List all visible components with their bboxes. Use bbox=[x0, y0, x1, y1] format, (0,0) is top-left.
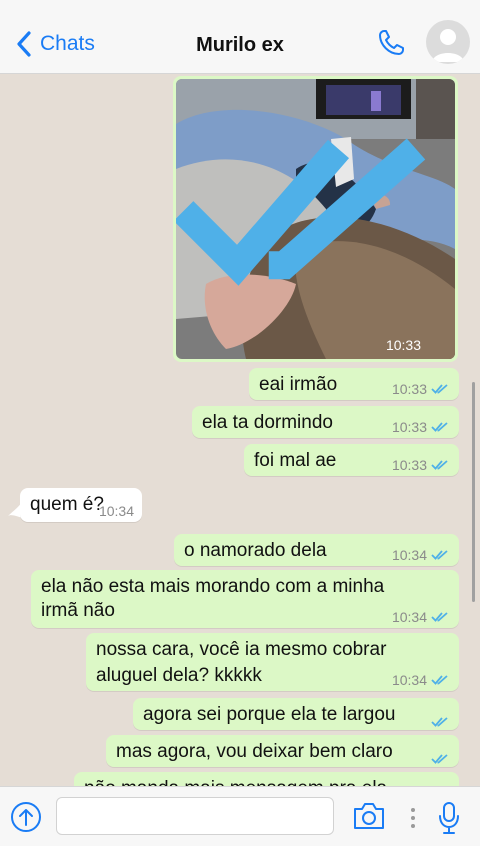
message-text-line-2: aluguel dela? kkkkk bbox=[96, 665, 262, 686]
message-time: 10:34 bbox=[391, 609, 427, 625]
more-dots-icon bbox=[411, 808, 415, 828]
contact-name[interactable]: Murilo ex bbox=[0, 34, 480, 57]
message-time: 10:34 bbox=[391, 672, 427, 688]
double-check-icon bbox=[431, 612, 448, 622]
message-text: o namorado dela bbox=[184, 540, 327, 561]
camera-icon[interactable] bbox=[352, 801, 386, 831]
phone-icon[interactable] bbox=[376, 28, 406, 58]
message-bubble-incoming[interactable]: quem é? 10:34 bbox=[20, 488, 142, 522]
message-meta: 10:34 bbox=[392, 671, 449, 689]
message-bubble-outgoing[interactable]: foi mal ae 10:33 bbox=[244, 444, 459, 476]
arrow-up-icon[interactable] bbox=[10, 801, 42, 833]
message-text-line-1: ela não esta mais morando com a minha bbox=[41, 576, 385, 597]
message-meta bbox=[431, 716, 449, 728]
double-check-icon bbox=[431, 754, 448, 764]
composer-bar bbox=[0, 786, 480, 846]
double-check-icon bbox=[431, 717, 448, 727]
message-input[interactable] bbox=[56, 797, 334, 835]
message-text: mas agora, vou deixar bem claro bbox=[116, 741, 393, 762]
double-check-icon bbox=[431, 384, 448, 394]
chat-header: Chats Murilo ex bbox=[0, 0, 480, 74]
message-meta: 10:33 bbox=[392, 456, 449, 474]
message-text-line-1: nossa cara, você ia mesmo cobrar bbox=[96, 639, 387, 660]
avatar-icon bbox=[432, 29, 464, 62]
message-time: 10:33 bbox=[391, 381, 427, 397]
message-time: 10:33 bbox=[391, 457, 427, 473]
message-meta: 10:34 bbox=[99, 502, 134, 520]
message-time: 10:34 bbox=[391, 547, 427, 563]
message-meta: 10:34 bbox=[392, 608, 449, 626]
image-message[interactable]: 10:33 bbox=[173, 76, 458, 362]
message-bubble-outgoing[interactable]: ela ta dormindo 10:33 bbox=[192, 406, 459, 438]
message-bubble-outgoing[interactable]: ela não esta mais morando com a minha ir… bbox=[31, 570, 459, 628]
avatar[interactable] bbox=[426, 20, 470, 64]
message-bubble-outgoing[interactable]: mas agora, vou deixar bem claro bbox=[106, 735, 459, 767]
message-text: quem é? bbox=[30, 494, 104, 515]
message-bubble-outgoing[interactable]: o namorado dela 10:34 bbox=[174, 534, 459, 566]
double-check-icon bbox=[431, 422, 448, 432]
message-text: foi mal ae bbox=[254, 450, 337, 471]
message-time: 10:34 bbox=[98, 503, 134, 519]
double-check-icon bbox=[431, 675, 448, 685]
photo-content: 10:33 bbox=[176, 79, 455, 359]
message-bubble-outgoing[interactable]: agora sei porque ela te largou bbox=[133, 698, 459, 730]
message-bubble-outgoing[interactable]: eai irmão 10:33 bbox=[249, 368, 459, 400]
message-text: ela ta dormindo bbox=[202, 412, 333, 433]
message-text: agora sei porque ela te largou bbox=[143, 704, 396, 725]
message-time: 10:33 bbox=[391, 419, 427, 435]
double-check-icon bbox=[431, 550, 448, 560]
message-bubble-outgoing[interactable]: não manda mais mensagem pra ela bbox=[74, 772, 459, 786]
message-list[interactable]: 10:33 eai irmão 10:33 ela ta dormindo 10… bbox=[0, 74, 480, 786]
scrollbar[interactable] bbox=[472, 382, 475, 602]
message-meta: 10:33 bbox=[392, 418, 449, 436]
message-text: não manda mais mensagem pra ela bbox=[84, 776, 387, 786]
message-meta: 10:33 bbox=[392, 380, 449, 398]
microphone-icon[interactable] bbox=[438, 801, 460, 835]
message-text-line-2: irmã não bbox=[41, 600, 115, 621]
message-text: eai irmão bbox=[259, 374, 338, 395]
double-check-icon bbox=[176, 138, 426, 286]
double-check-icon bbox=[431, 460, 448, 470]
message-bubble-outgoing[interactable]: nossa cara, você ia mesmo cobrar aluguel… bbox=[86, 633, 459, 691]
message-meta bbox=[431, 753, 449, 765]
message-meta: 10:34 bbox=[392, 546, 449, 564]
